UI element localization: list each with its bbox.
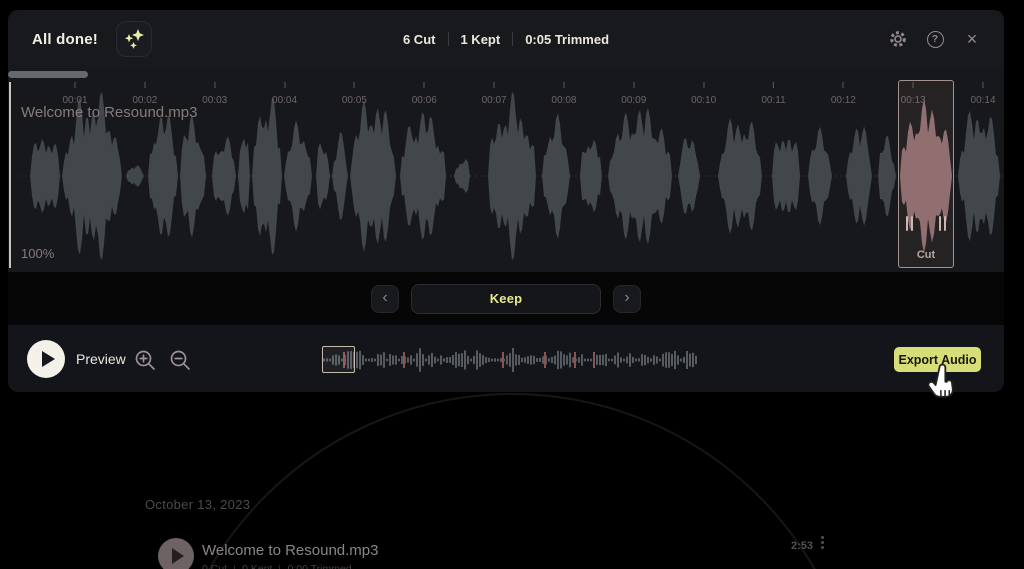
timeline-tick: 00:11 [761, 82, 785, 108]
zoom-in-icon[interactable] [133, 348, 157, 377]
list-item-trimmed-count: 0:00 Trimmed [287, 563, 351, 569]
segment-cut-label: Cut [899, 249, 953, 261]
zoom-level-label: 100% [21, 246, 54, 261]
cut-segment[interactable]: Cut [898, 80, 954, 268]
settings-gear-icon[interactable] [888, 29, 908, 49]
next-segment-button[interactable]: › [613, 285, 641, 313]
preview-label: Preview [76, 351, 126, 367]
status-title: All done! [32, 31, 98, 48]
timeline-tick: 00:12 [831, 82, 856, 108]
recording-date: October 13, 2023 [145, 497, 250, 512]
list-item-cut-count: 0 Cut [202, 563, 227, 569]
segment-left-handle[interactable] [906, 216, 913, 231]
play-icon [42, 351, 55, 367]
trimmed-count: 0:05 Trimmed [525, 32, 609, 47]
timeline-tick: 00:14 [971, 82, 996, 108]
previous-segment-button[interactable]: ‹ [371, 285, 399, 313]
track-label: Welcome to Resound.mp3 [21, 104, 197, 121]
divider [234, 565, 235, 569]
sparkles-icon [117, 22, 151, 56]
playhead[interactable] [9, 82, 11, 268]
play-icon [172, 548, 184, 564]
timeline-tick: 00:10 [691, 82, 716, 108]
divider [447, 32, 448, 46]
bottom-toolbar: Preview Export Audio [8, 325, 1004, 392]
timeline-tick: 00:09 [621, 82, 646, 108]
keep-button[interactable]: Keep [411, 284, 601, 314]
help-icon[interactable]: ? [925, 29, 945, 49]
cut-count: 6 Cut [403, 32, 436, 47]
horizontal-scrollbar-thumb[interactable] [8, 71, 88, 78]
timeline-tick: 00:04 [272, 82, 297, 108]
minimap-viewport[interactable] [322, 346, 355, 373]
session-stats: 6 Cut 1 Kept 0:05 Trimmed [403, 32, 609, 47]
zoom-out-icon[interactable] [168, 348, 192, 377]
close-icon[interactable]: × [962, 29, 982, 49]
segment-right-handle[interactable] [939, 216, 946, 231]
modal-header: All done! 6 Cut 1 Kept 0:05 Trimmed ? [8, 10, 1004, 68]
ai-sparkles-button[interactable] [116, 21, 152, 57]
editor-modal: All done! 6 Cut 1 Kept 0:05 Trimmed ? [8, 10, 1004, 392]
export-audio-button[interactable]: Export Audio [894, 347, 981, 372]
header-icons: ? × [888, 29, 982, 49]
divider [279, 565, 280, 569]
timeline-tick: 00:08 [551, 82, 576, 108]
kebab-menu-icon[interactable] [821, 536, 824, 549]
preview-play-button[interactable] [27, 340, 65, 378]
kept-count: 1 Kept [460, 32, 500, 47]
timeline-tick: 00:07 [482, 82, 507, 108]
minimap-waveform[interactable] [8, 325, 1004, 392]
timeline-tick: 00:05 [342, 82, 367, 108]
divider [512, 32, 513, 46]
recording-list-item[interactable]: Welcome to Resound.mp3 0 Cut 0 Kept 0:00… [158, 536, 858, 569]
segment-nav-row: ‹ Keep › [8, 272, 1004, 325]
list-item-kept-count: 0 Kept [242, 563, 272, 569]
list-item-stats: 0 Cut 0 Kept 0:00 Trimmed [202, 563, 352, 569]
list-item-play-button[interactable] [158, 538, 194, 569]
list-item-title: Welcome to Resound.mp3 [202, 542, 378, 559]
list-item-duration: 2:53 [791, 540, 813, 552]
timeline-tick: 00:03 [202, 82, 227, 108]
waveform-panel[interactable]: 00:0100:0200:0300:0400:0500:0600:0700:08… [8, 68, 1004, 272]
timeline-tick: 00:06 [412, 82, 437, 108]
